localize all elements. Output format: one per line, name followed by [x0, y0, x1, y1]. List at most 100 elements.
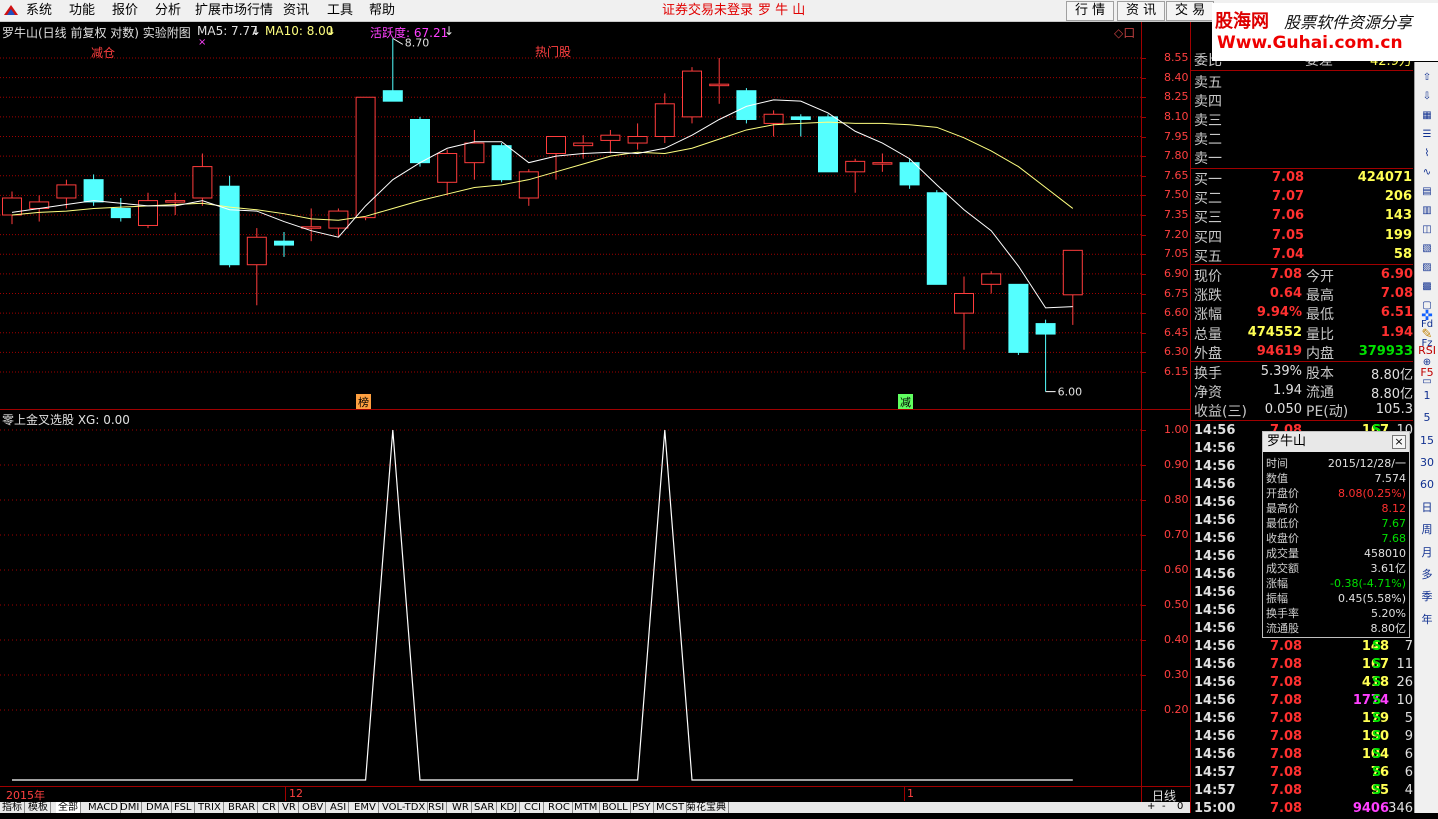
period-shortcut[interactable]: 1: [1417, 388, 1437, 404]
toolbar-glyph-icon[interactable]: ▥: [1417, 203, 1437, 219]
indicator-tab[interactable]: MTM: [572, 802, 601, 813]
tick-row[interactable]: 14:56 7.08 1774 S 10: [1191, 693, 1413, 711]
period-shortcut[interactable]: 月: [1417, 545, 1437, 561]
toolbar-glyph-icon[interactable]: ☰: [1417, 127, 1437, 143]
indicator-tab[interactable]: 指标: [0, 802, 25, 813]
candle[interactable]: [1035, 319, 1056, 392]
indicator-tab[interactable]: TRIX: [196, 802, 224, 813]
indicator-tab[interactable]: FSL: [172, 802, 195, 813]
sub-indicator-chart[interactable]: [0, 410, 1190, 785]
indicator-tab[interactable]: CCI: [522, 802, 544, 813]
toolbar-glyph-icon[interactable]: ▦: [1417, 108, 1437, 124]
indicator-tab[interactable]: KDJ: [498, 802, 521, 813]
candle[interactable]: [355, 96, 376, 221]
candle[interactable]: [274, 232, 294, 257]
candle[interactable]: [736, 88, 757, 124]
toolbar-glyph-icon[interactable]: ▧: [1417, 241, 1437, 257]
menu-system[interactable]: 系统: [26, 2, 52, 19]
indicator-tab[interactable]: OBV: [300, 802, 327, 813]
popup-titlebar[interactable]: 罗牛山 ×: [1263, 432, 1409, 452]
market-button[interactable]: 行 情: [1066, 1, 1115, 21]
candle[interactable]: [1008, 283, 1029, 355]
indicator-tab[interactable]: BRAR: [226, 802, 259, 813]
zoom-reset-button[interactable]: 0: [1177, 801, 1183, 812]
candle[interactable]: [709, 58, 730, 104]
indicator-tab[interactable]: MCST: [654, 802, 688, 813]
toolbar-glyph-icon[interactable]: ⇧: [1417, 70, 1437, 86]
indicator-tab[interactable]: WR: [450, 802, 472, 813]
indicator-tab[interactable]: DMA: [144, 802, 173, 813]
candle[interactable]: [301, 208, 322, 242]
candle[interactable]: [328, 208, 349, 238]
period-shortcut[interactable]: 多: [1417, 567, 1437, 583]
candle[interactable]: [246, 228, 267, 306]
menu-help[interactable]: 帮助: [369, 2, 395, 19]
candle[interactable]: [654, 93, 675, 144]
indicator-tab[interactable]: 全部: [56, 802, 81, 813]
menu-function[interactable]: 功能: [69, 2, 95, 19]
toolbar-glyph-icon[interactable]: ⇩: [1417, 89, 1437, 105]
period-shortcut[interactable]: 15: [1417, 433, 1437, 449]
tick-row[interactable]: 14:56 7.08 418 S 26: [1191, 675, 1413, 693]
period-shortcut[interactable]: 周: [1417, 522, 1437, 538]
main-price-chart[interactable]: 8.70 6.00: [0, 22, 1190, 410]
indicator-tab[interactable]: MACD: [86, 802, 121, 813]
tick-row[interactable]: 14:56 7.08 190 S 9: [1191, 729, 1413, 747]
menu-extended-market[interactable]: 扩展市场行情: [195, 2, 273, 19]
tick-row[interactable]: 14:56 7.08 167 S 11: [1191, 657, 1413, 675]
indicator-tab[interactable]: RSI: [426, 802, 448, 813]
candle[interactable]: [219, 175, 240, 268]
candle[interactable]: [600, 129, 621, 154]
toolbar-glyph-icon[interactable]: ◫: [1417, 222, 1437, 238]
menu-info[interactable]: 资讯: [283, 2, 309, 19]
candle[interactable]: [382, 38, 403, 102]
period-shortcut[interactable]: 日: [1417, 500, 1437, 516]
indicator-tab[interactable]: 菊花宝典: [684, 802, 729, 813]
login-notice[interactable]: 证券交易未登录: [662, 2, 753, 19]
candle[interactable]: [192, 153, 213, 206]
tick-row[interactable]: 14:56 7.08 104 S 6: [1191, 747, 1413, 765]
indicator-tab[interactable]: EMV: [352, 802, 379, 813]
candle[interactable]: [899, 158, 920, 189]
tick-row[interactable]: 14:56 7.08 179 S 5: [1191, 711, 1413, 729]
candle[interactable]: [627, 123, 648, 150]
indicator-tab[interactable]: BOLL: [600, 802, 631, 813]
candle[interactable]: [872, 153, 893, 172]
candle[interactable]: [2, 191, 22, 225]
toolbar-glyph-icon[interactable]: ⌇: [1417, 146, 1437, 162]
candle[interactable]: [1062, 249, 1083, 325]
candle[interactable]: [981, 271, 1002, 294]
tick-row[interactable]: 15:00 7.08 9406 346: [1191, 801, 1413, 819]
zoom-out-button[interactable]: -: [1162, 801, 1166, 812]
info-button[interactable]: 资 讯: [1117, 1, 1166, 21]
tick-row[interactable]: 14:57 7.08 76 S 6: [1191, 765, 1413, 783]
menu-analysis[interactable]: 分析: [155, 2, 181, 19]
menu-quote[interactable]: 报价: [112, 2, 138, 19]
candle[interactable]: [138, 192, 158, 229]
draw-pen-icon[interactable]: ✎: [1417, 327, 1437, 343]
candle[interactable]: [954, 276, 974, 350]
candle[interactable]: [573, 135, 594, 159]
period-shortcut[interactable]: RSI: [1417, 343, 1437, 359]
toolbar-glyph-icon[interactable]: ▤: [1417, 184, 1437, 200]
indicator-tab[interactable]: ROC: [546, 802, 573, 813]
candle[interactable]: [682, 67, 702, 124]
period-shortcut[interactable]: 30: [1417, 455, 1437, 471]
menu-tools[interactable]: 工具: [327, 2, 353, 19]
period-shortcut[interactable]: 60: [1417, 477, 1437, 493]
toolbar-glyph-icon[interactable]: ∿: [1417, 165, 1437, 181]
candle[interactable]: [464, 129, 485, 180]
zoom-in-button[interactable]: +: [1147, 801, 1155, 812]
indicator-tab[interactable]: VR: [280, 802, 299, 813]
indicator-tab[interactable]: ASI: [328, 802, 350, 813]
candle-info-popup[interactable]: 罗牛山 × 时间 2015/12/28/一 数值 7.574 开盘价 8.08(0.25%…: [1262, 431, 1410, 638]
popup-close-icon[interactable]: ×: [1392, 435, 1406, 449]
tick-row[interactable]: 14:57 7.08 95 S 4: [1191, 783, 1413, 801]
indicator-tab[interactable]: PSY: [630, 802, 654, 813]
candle[interactable]: [763, 110, 784, 137]
period-shortcut[interactable]: 5: [1417, 410, 1437, 426]
candle[interactable]: [926, 190, 947, 285]
period-shortcut[interactable]: F5: [1417, 365, 1437, 381]
candle[interactable]: [518, 169, 539, 206]
period-shortcut[interactable]: 年: [1417, 612, 1437, 628]
